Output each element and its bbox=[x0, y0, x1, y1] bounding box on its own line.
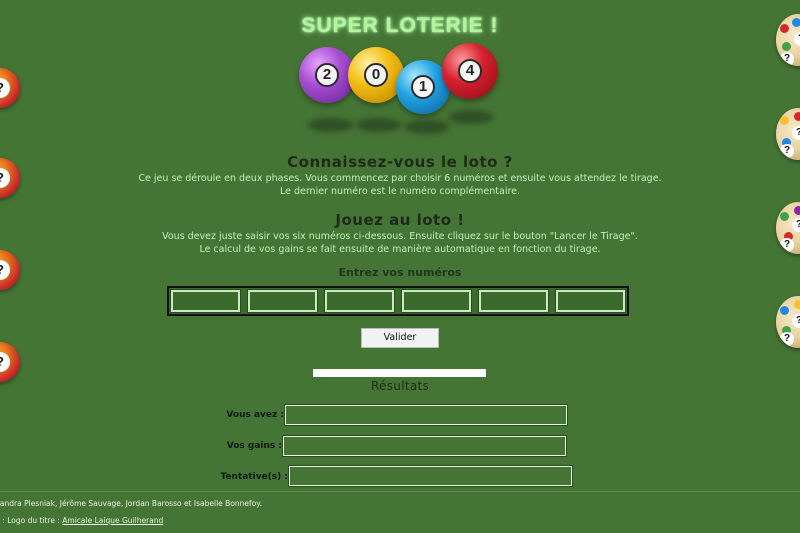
number-input-1[interactable] bbox=[170, 289, 241, 313]
intro-text-1: Ce jeu se déroule en deux phases. Vous c… bbox=[138, 173, 662, 184]
lottery-ball-icon: 2 bbox=[299, 47, 355, 103]
number-input-4[interactable] bbox=[401, 289, 472, 313]
validate-button[interactable]: Valider bbox=[361, 328, 439, 348]
play-text-1: Vous devez juste saisir vos six numéros … bbox=[162, 231, 638, 242]
ball-number: 0 bbox=[364, 63, 388, 87]
footer-authors: sandra Plesniak, Jérôme Sauvage, Jordan … bbox=[0, 499, 262, 508]
result-label-gains: Vos gains : bbox=[226, 441, 282, 451]
result-label-tentatives: Tentative(s) : bbox=[220, 472, 288, 482]
intro-heading: Connaissez-vous le loto ? bbox=[287, 153, 513, 171]
number-input-2[interactable] bbox=[247, 289, 318, 313]
play-text-2: Le calcul de vos gains se fait ensuite d… bbox=[199, 244, 601, 255]
result-field-tentatives[interactable] bbox=[288, 465, 573, 487]
question-ball-icon: ? ? bbox=[776, 296, 800, 348]
result-field-vous-avez[interactable] bbox=[284, 404, 568, 426]
result-field-gains[interactable] bbox=[282, 435, 567, 457]
draw-result-bar bbox=[313, 369, 486, 377]
number-input-5[interactable] bbox=[478, 289, 549, 313]
page-title: SUPER LOTERIE ! bbox=[301, 14, 499, 37]
numbers-input-group bbox=[167, 286, 629, 316]
footer-credit-link[interactable]: Amicale Laique Guilherand bbox=[62, 516, 163, 525]
footer-divider bbox=[0, 491, 800, 492]
ball-number: 2 bbox=[315, 63, 339, 87]
lottery-ball-icon: 4 bbox=[442, 43, 498, 99]
number-input-3[interactable] bbox=[324, 289, 395, 313]
numbers-label: Entrez vos numéros bbox=[338, 266, 462, 279]
number-input-6[interactable] bbox=[555, 289, 626, 313]
ball-number: 1 bbox=[411, 75, 435, 99]
question-ball-icon: ? bbox=[0, 68, 20, 108]
result-label-vous-avez: Vous avez : bbox=[226, 410, 284, 420]
footer-credits: s : Logo du titre : Amicale Laique Guilh… bbox=[0, 516, 163, 525]
results-title: Résultats bbox=[370, 379, 430, 393]
intro-text-2: Le dernier numéro est le numéro compléme… bbox=[279, 186, 521, 197]
question-ball-icon: ? bbox=[0, 342, 20, 382]
play-heading: Jouez au loto ! bbox=[335, 211, 465, 229]
ball-number: 4 bbox=[458, 59, 482, 83]
lottery-ball-icon: 0 bbox=[348, 47, 404, 103]
footer-credit-prefix: s : Logo du titre : bbox=[0, 516, 63, 525]
